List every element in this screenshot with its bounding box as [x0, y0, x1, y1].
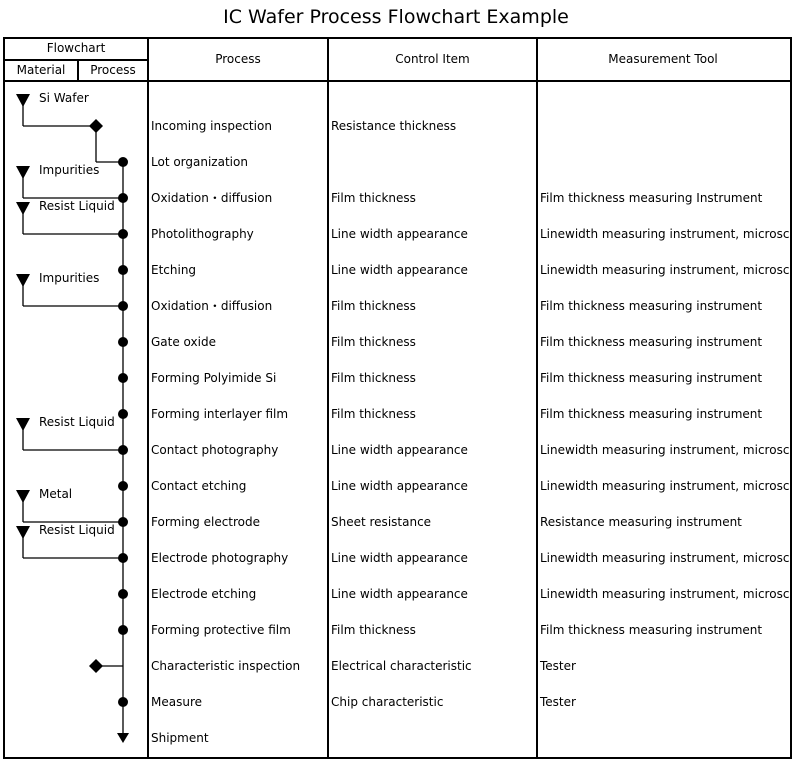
process-cell: Oxidation・diffusion: [151, 191, 273, 205]
flow-diagram: [16, 94, 129, 743]
process-cell: Forming Polyimide Si: [151, 371, 277, 385]
control-item-cell: Line width appearance: [331, 551, 468, 565]
column-divider: [536, 37, 538, 757]
process-dot-icon: [118, 157, 128, 167]
process-cell: Oxidation・diffusion: [151, 299, 273, 313]
material-label: Impurities: [39, 163, 100, 177]
process-cell: Contact etching: [151, 479, 247, 493]
control-item-cell: Film thickness: [331, 299, 416, 313]
measurement-tool-cell: Linewidth measuring instrument, microsco…: [540, 479, 792, 493]
process-dot-icon: [118, 265, 128, 275]
process-cell: Contact photography: [151, 443, 279, 457]
process-cell: Photolithography: [151, 227, 254, 241]
control-item-cell: Film thickness: [331, 407, 416, 421]
shipment-arrow-icon: [117, 733, 129, 743]
process-cell: Lot organization: [151, 155, 248, 169]
material-label: Impurities: [39, 271, 100, 285]
material-label: Si Wafer: [39, 91, 89, 105]
material-label: Metal: [39, 487, 73, 501]
control-item-cell: Film thickness: [331, 335, 416, 349]
measurement-tool-cell: Film thickness measuring instrument: [540, 299, 763, 313]
control-item-cell: Resistance thickness: [331, 119, 457, 133]
column-divider: [327, 37, 329, 757]
header-control-item: Control Item: [395, 52, 470, 66]
process-dot-icon: [118, 337, 128, 347]
process-cell: Incoming inspection: [151, 119, 272, 133]
measurement-tool-cell: Tester: [540, 659, 576, 673]
control-item-cell: Film thickness: [331, 623, 416, 637]
measurement-tool-cell: Linewidth measuring instrument, microsco…: [540, 587, 792, 601]
process-cell: Forming interlayer film: [151, 407, 289, 421]
process-cell: Etching: [151, 263, 197, 277]
header-measurement-tool: Measurement Tool: [608, 52, 718, 66]
control-item-cell: Electrical characteristic: [331, 659, 472, 673]
measurement-tool-cell: Linewidth measuring instrument, microsco…: [540, 263, 792, 277]
measurement-tool-cell: Film thickness measuring instrument: [540, 335, 763, 349]
process-cell: Characteristic inspection: [151, 659, 301, 673]
measurement-tool-cell: Film thickness measuring instrument: [540, 407, 763, 421]
measurement-tool-cell: Film thickness measuring instrument: [540, 623, 763, 637]
process-dot-icon: [118, 373, 128, 383]
control-item-cell: Line width appearance: [331, 263, 468, 277]
material-label: Resist Liquid: [39, 199, 115, 213]
control-item-cell: Line width appearance: [331, 587, 468, 601]
process-dot-icon: [118, 481, 128, 491]
process-cell: Electrode etching: [151, 587, 257, 601]
inspection-diamond-icon: [89, 119, 103, 133]
measurement-tool-cell: Resistance measuring instrument: [540, 515, 742, 529]
process-dot-icon: [118, 697, 128, 707]
measurement-tool-cell: Linewidth measuring instrument, microsco…: [540, 551, 792, 565]
process-dot-icon: [118, 589, 128, 599]
material-label: Resist Liquid: [39, 415, 115, 429]
material-label: Resist Liquid: [39, 523, 115, 537]
control-item-cell: Line width appearance: [331, 479, 468, 493]
control-item-cell: Line width appearance: [331, 227, 468, 241]
process-cell: Measure: [151, 695, 202, 709]
control-item-cell: Film thickness: [331, 191, 416, 205]
control-item-cell: Sheet resistance: [331, 515, 432, 529]
measurement-tool-cell: Film thickness measuring instrument: [540, 371, 763, 385]
measurement-tool-cell: Tester: [540, 695, 576, 709]
process-cell: Shipment: [151, 731, 209, 745]
process-cell: Forming protective film: [151, 623, 291, 637]
measurement-tool-cell: Film thickness measuring Instrument: [540, 191, 763, 205]
control-item-cell: Chip characteristic: [331, 695, 444, 709]
measurement-tool-cell: Linewidth measuring instrument, microsco…: [540, 227, 792, 241]
control-item-cell: Film thickness: [331, 371, 416, 385]
inspection-diamond-icon: [89, 659, 103, 673]
control-item-cell: Line width appearance: [331, 443, 468, 457]
header-process: Process: [215, 52, 261, 66]
process-dot-icon: [118, 409, 128, 419]
measurement-tool-cell: Linewidth measuring instrument, microsco…: [540, 443, 792, 457]
process-cell: Electrode photography: [151, 551, 289, 565]
process-cell: Forming electrode: [151, 515, 261, 529]
process-cell: Gate oxide: [151, 335, 216, 349]
process-dot-icon: [118, 625, 128, 635]
